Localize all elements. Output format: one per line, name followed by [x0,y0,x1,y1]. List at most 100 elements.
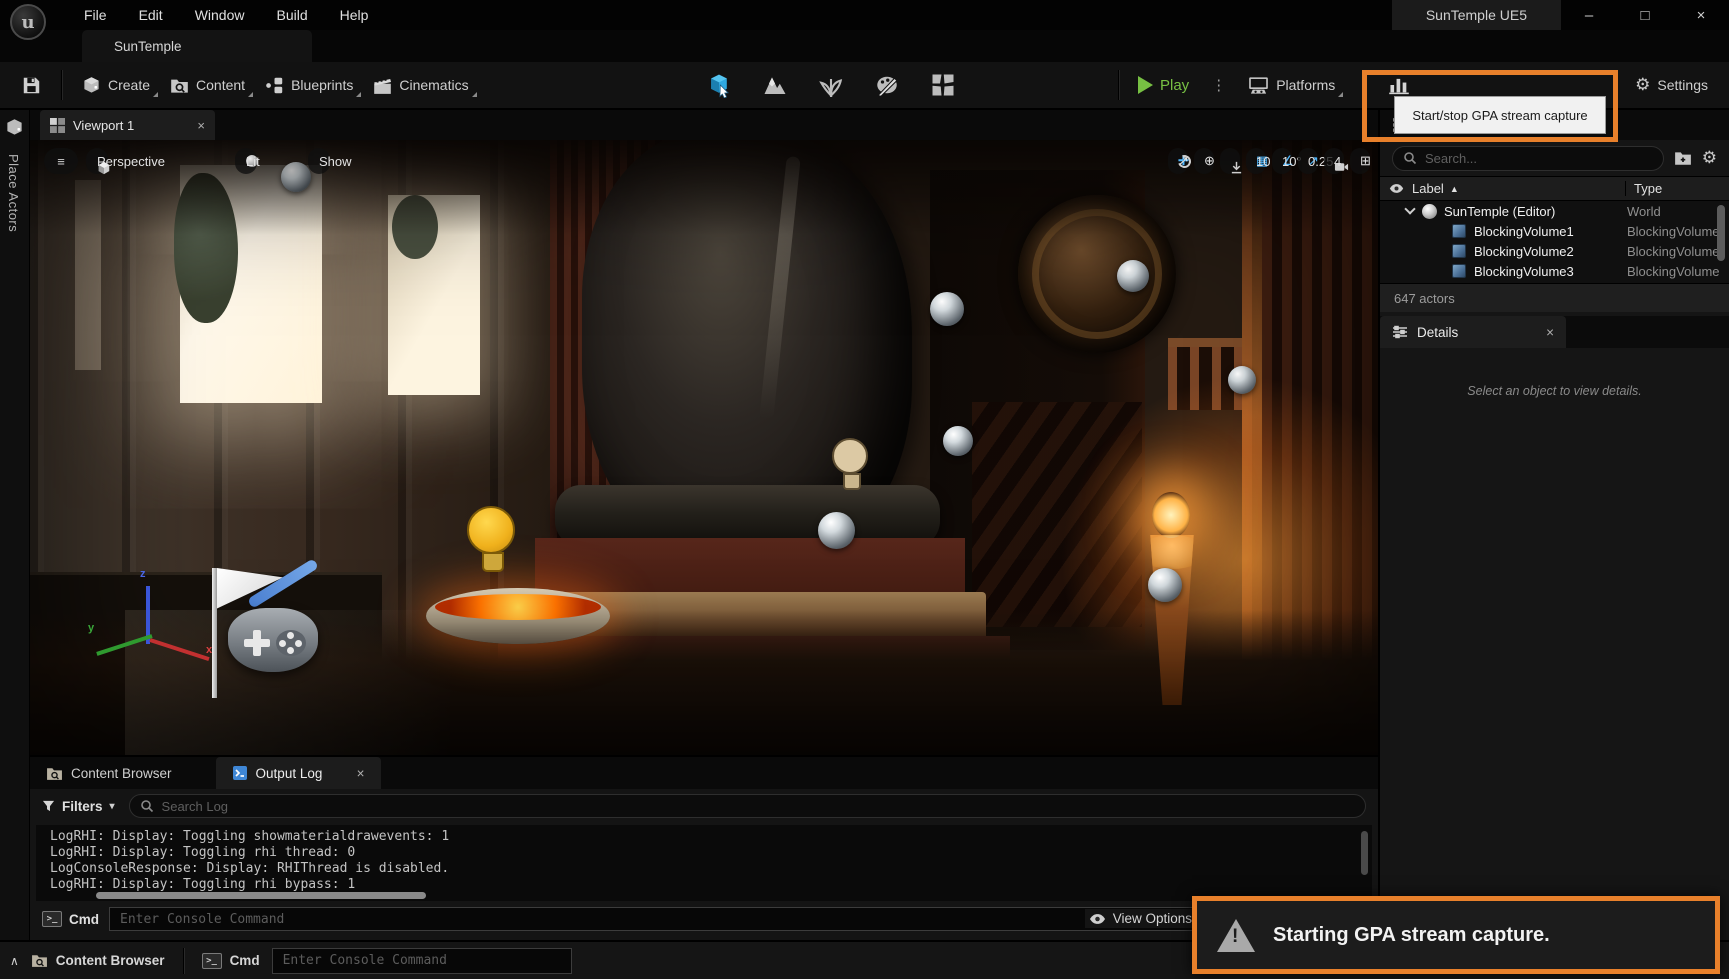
camera-speed-control[interactable]: 4 [1324,148,1344,174]
world-axis-gizmo: z x y [88,568,208,698]
menu-edit[interactable]: Edit [125,3,177,27]
type-column-header[interactable]: Type [1625,181,1729,196]
scale-tool-icon[interactable]: ↗ [1178,153,1189,169]
menu-help[interactable]: Help [326,3,383,27]
play-button[interactable]: Play [1128,70,1199,100]
main-menu: File Edit Window Build Help [70,3,382,27]
y-axis-label: y [88,622,94,634]
label-column-header[interactable]: Label▲ [1412,181,1625,196]
menu-window[interactable]: Window [181,3,259,27]
toolbar-divider [1118,70,1119,100]
outliner-row-world[interactable]: SunTemple (Editor) World [1380,201,1729,221]
maximize-button[interactable]: □ [1617,0,1673,30]
fracture-mode-icon[interactable] [930,72,956,98]
close-button[interactable]: × [1673,0,1729,30]
log-output-area[interactable]: LogRHI: Display: Toggling showmaterialdr… [36,825,1372,901]
landscape-mode-icon[interactable] [762,72,788,98]
expand-drawer-icon[interactable]: ∧ [10,954,19,968]
cinematics-clapper-icon [373,76,392,95]
outliner-search-input[interactable] [1425,151,1653,166]
close-icon[interactable]: × [197,118,205,133]
search-icon [140,799,154,813]
place-actor-icon [5,118,24,137]
foliage-mode-icon[interactable] [818,72,844,98]
log-search-box[interactable] [129,794,1366,818]
surface-snapping-toggle[interactable] [1220,148,1240,174]
statusbar-content-browser-button[interactable]: Content Browser [31,952,165,969]
details-tab[interactable]: Details × [1380,316,1566,348]
menu-file[interactable]: File [70,3,121,27]
statusbar-console-box[interactable] [272,948,572,974]
log-filters-button[interactable]: Filters ▾ [42,799,115,814]
warning-icon [1217,919,1255,952]
blueprints-button[interactable]: Blueprints [255,70,363,101]
visibility-eye-icon[interactable] [1380,183,1412,194]
gamepad-buttons [276,630,306,656]
viewport-tab[interactable]: Viewport 1 × [40,110,215,140]
outliner-row[interactable]: BlockingVolume2 BlockingVolume [1380,241,1729,261]
search-icon [1403,151,1417,165]
create-button[interactable]: Create [72,70,160,101]
paint-mode-icon[interactable] [874,72,900,98]
dropdown-corner [1338,92,1343,97]
perspective-selector[interactable]: Perspective [86,148,108,174]
cinematics-button[interactable]: Cinematics [363,70,478,101]
content-button[interactable]: Content [160,70,255,101]
bottom-dock: Content Browser Output Log × Filters ▾ L… [30,755,1378,940]
rotation-snap-control[interactable]: ∠10° [1272,148,1292,174]
close-icon[interactable]: × [1546,325,1554,340]
place-actors-strip[interactable]: Place Actors [0,110,30,940]
window-title: SunTemple UE5 [1392,0,1561,30]
outliner-search-box[interactable] [1392,146,1664,171]
lit-mode-selector[interactable]: Lit [235,148,257,174]
project-tab-suntemple[interactable]: SunTemple [82,30,312,62]
log-line: LogConsoleResponse: Display: RHIThread i… [50,861,1372,877]
platforms-button[interactable]: Platforms [1238,70,1345,101]
unreal-logo-icon[interactable]: u [10,4,46,40]
quad-view-toggle[interactable]: ⊞ [1350,148,1370,174]
gpa-notification: Starting GPA stream capture. [1192,896,1720,974]
window-controls: – □ × [1561,0,1729,30]
statusbar-console-input[interactable] [283,953,561,968]
grid-snap-control[interactable]: ▦10 [1246,148,1266,174]
blocking-volume-icon [1452,224,1466,238]
outliner-header: Label▲ Type [1380,176,1729,201]
unreal-editor-window: u File Edit Window Build Help SunTemple … [0,0,1729,979]
cmd-label-chip: >_ Cmd [42,911,99,927]
title-bar: u File Edit Window Build Help SunTemple … [0,0,1729,30]
viewport-scene[interactable]: z x y ≡ Perspective Lit Show [30,140,1378,755]
vertical-scrollbar[interactable] [1361,831,1368,875]
settings-button[interactable]: ⚙ Settings [1635,62,1715,108]
play-options-kebab-icon[interactable]: ⋮ [1207,76,1230,94]
close-icon[interactable]: × [357,766,365,781]
terminal-icon: >_ [202,953,222,969]
output-log-tab[interactable]: Output Log × [216,757,381,789]
terminal-icon: >_ [42,911,62,927]
select-mode-icon[interactable] [706,72,732,98]
viewport-tabbar: Viewport 1 × [30,110,1378,140]
expand-chevron-icon[interactable] [1404,203,1415,214]
outliner-scrollbar[interactable] [1717,205,1725,261]
show-flags-menu[interactable]: Show [308,148,330,174]
minimize-button[interactable]: – [1561,0,1617,30]
world-space-toggle[interactable]: ⊕ [1194,148,1214,174]
play-icon [1138,76,1153,94]
log-search-input[interactable] [162,799,1355,814]
outliner-tree: SunTemple (Editor) World BlockingVolume1… [1380,201,1729,283]
blocking-volume-icon [1452,244,1466,258]
new-folder-icon[interactable] [1674,150,1692,166]
save-button[interactable] [12,70,51,101]
log-line: LogRHI: Display: Toggling rhi thread: 0 [50,845,1372,861]
menu-build[interactable]: Build [262,3,321,27]
outliner-settings-gear-icon[interactable]: ⚙ [1702,148,1717,168]
content-browser-tab[interactable]: Content Browser [30,757,188,789]
outliner-row[interactable]: BlockingVolume1 BlockingVolume [1380,221,1729,241]
quad-view-icon: ⊞ [1360,153,1371,169]
outliner-row[interactable]: BlockingVolume3 BlockingVolume [1380,261,1729,281]
player-start-gamepad-icon[interactable] [228,608,318,672]
horizontal-scrollbar[interactable] [96,892,426,899]
transform-tools: ✛ ↗ [1168,148,1188,174]
scale-snap-control[interactable]: ↗0.25 [1298,148,1318,174]
viewport-options-menu[interactable]: ≡ [44,148,78,174]
view-options-button[interactable]: View Options [1085,909,1196,928]
